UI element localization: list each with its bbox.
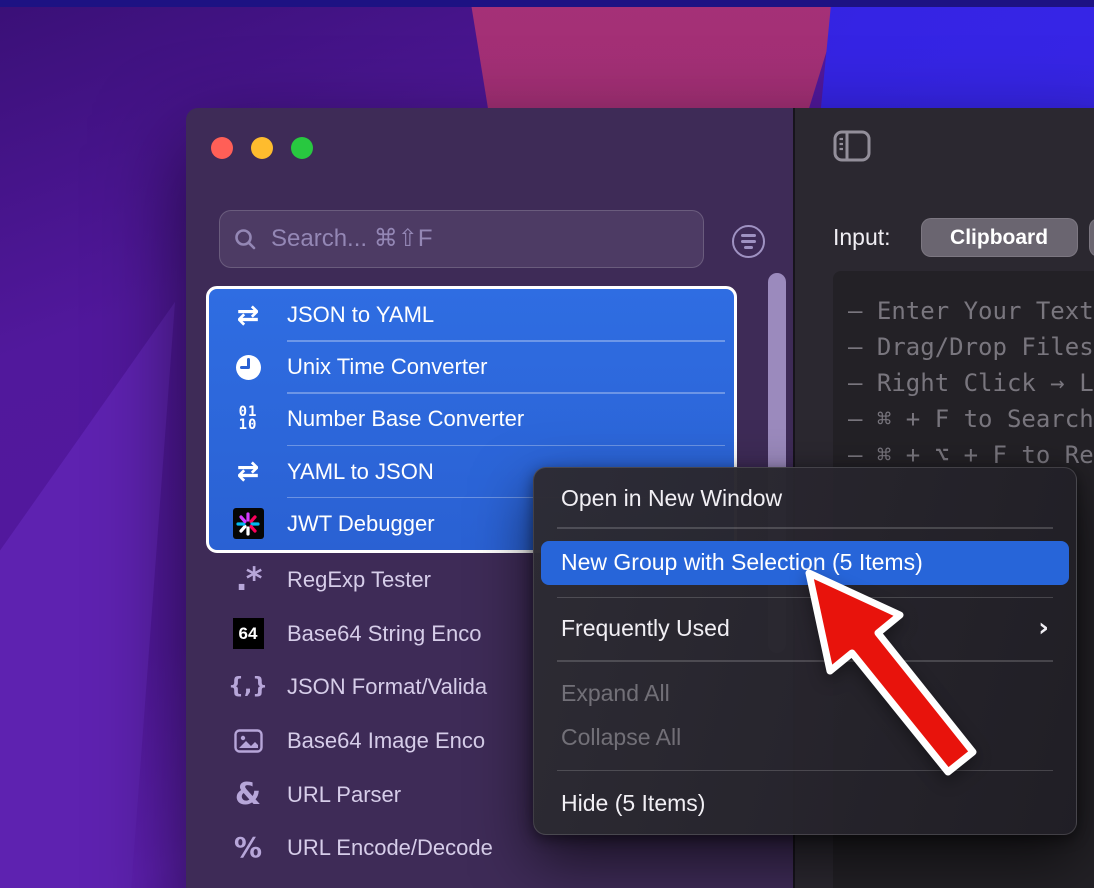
filter-icon [741,234,756,237]
base64-icon: 64 [209,618,287,650]
sidebar-toggle-icon [833,130,871,162]
image-icon [209,729,287,753]
sidebar-toggle-button[interactable] [833,130,871,167]
percent-icon: % [233,831,263,865]
input-label: Input: [833,224,891,250]
wallpaper-top-strip [0,0,1094,7]
jwt-logo-icon [209,508,287,540]
menu-separator [557,769,1053,771]
input-source-row: Input: Clipboard [833,218,1094,257]
number-base-icon: 01 10 [238,404,258,434]
zoom-button[interactable] [291,137,313,159]
menu-separator [557,660,1053,662]
menu-item-frequently-used[interactable]: Frequently Used › [534,606,1076,650]
menu-separator [557,596,1053,598]
file-source-button[interactable] [1088,218,1094,257]
menu-item-new-group-with-selection[interactable]: New Group with Selection (5 Items) [541,540,1069,585]
sidebar-item-number-base-converter[interactable]: 01 10 Number Base Converter [209,392,734,445]
context-menu: Open in New Window New Group with Select… [533,467,1077,835]
clock-icon [209,354,287,381]
search-icon [235,228,256,249]
search-field[interactable] [219,210,704,268]
submenu-chevron-icon: › [1038,613,1049,643]
clipboard-source-button[interactable]: Clipboard [920,218,1078,257]
sidebar-item-unix-time-converter[interactable]: Unix Time Converter [209,340,734,393]
swap-icon: ⇄ [236,299,260,331]
close-button[interactable] [211,137,233,159]
json-braces-icon: {,} [228,674,268,700]
regexp-icon: .* [235,560,263,599]
minimize-button[interactable] [251,137,273,159]
menu-separator [557,527,1053,529]
desktop: ⇄ JSON to YAML Unix Time Converter [0,0,1094,888]
window-controls [211,137,313,159]
filter-menu-button[interactable] [732,225,765,258]
menu-item-collapse-all: Collapse All [561,724,682,750]
search-input[interactable] [269,224,689,254]
menu-item-open-in-new-window[interactable]: Open in New Window [534,477,1076,519]
swap-icon: ⇄ [236,456,260,488]
menu-item-hide[interactable]: Hide (5 Items) [534,781,1076,825]
ampersand-icon: & [234,776,262,812]
menu-item-expand-all: Expand All [561,680,670,706]
sidebar-item-json-to-yaml[interactable]: ⇄ JSON to YAML [209,289,734,341]
